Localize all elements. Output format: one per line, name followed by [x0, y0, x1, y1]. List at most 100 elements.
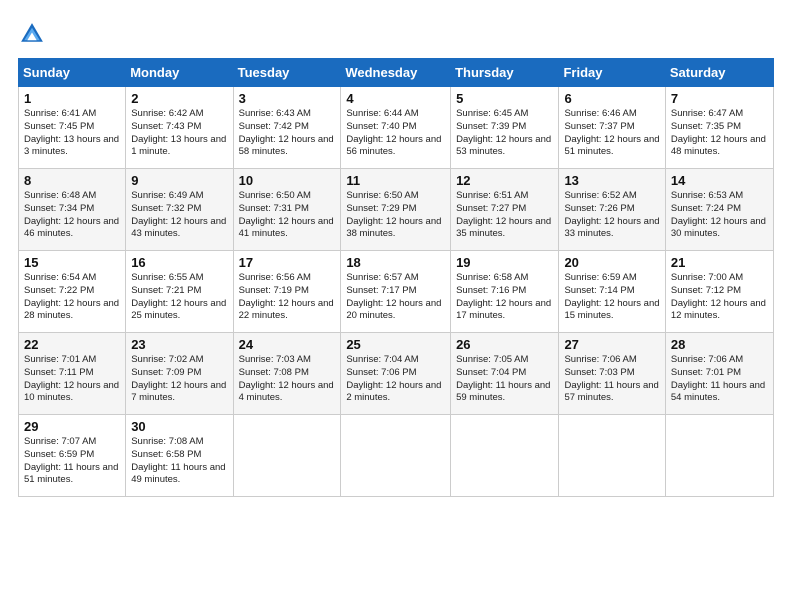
- calendar-cell: 18 Sunrise: 6:57 AMSunset: 7:17 PMDaylig…: [341, 251, 451, 333]
- calendar-cell: [559, 415, 665, 497]
- day-detail: Sunrise: 7:08 AMSunset: 6:58 PMDaylight:…: [131, 436, 225, 485]
- calendar-header-row: SundayMondayTuesdayWednesdayThursdayFrid…: [19, 59, 774, 87]
- day-detail: Sunrise: 7:06 AMSunset: 7:01 PMDaylight:…: [671, 354, 765, 403]
- calendar-cell: 29 Sunrise: 7:07 AMSunset: 6:59 PMDaylig…: [19, 415, 126, 497]
- calendar-cell: 11 Sunrise: 6:50 AMSunset: 7:29 PMDaylig…: [341, 169, 451, 251]
- day-number: 2: [131, 91, 227, 106]
- calendar-cell: 15 Sunrise: 6:54 AMSunset: 7:22 PMDaylig…: [19, 251, 126, 333]
- calendar-week-row: 1 Sunrise: 6:41 AMSunset: 7:45 PMDayligh…: [19, 87, 774, 169]
- day-number: 12: [456, 173, 553, 188]
- day-number: 26: [456, 337, 553, 352]
- day-number: 23: [131, 337, 227, 352]
- day-detail: Sunrise: 6:45 AMSunset: 7:39 PMDaylight:…: [456, 108, 551, 157]
- calendar-cell: 20 Sunrise: 6:59 AMSunset: 7:14 PMDaylig…: [559, 251, 665, 333]
- day-number: 21: [671, 255, 768, 270]
- calendar-week-row: 8 Sunrise: 6:48 AMSunset: 7:34 PMDayligh…: [19, 169, 774, 251]
- logo-icon: [18, 20, 46, 48]
- calendar-cell: 23 Sunrise: 7:02 AMSunset: 7:09 PMDaylig…: [126, 333, 233, 415]
- day-detail: Sunrise: 6:48 AMSunset: 7:34 PMDaylight:…: [24, 190, 119, 239]
- calendar-cell: 24 Sunrise: 7:03 AMSunset: 7:08 PMDaylig…: [233, 333, 341, 415]
- day-number: 15: [24, 255, 120, 270]
- day-detail: Sunrise: 6:56 AMSunset: 7:19 PMDaylight:…: [239, 272, 334, 321]
- weekday-header: Tuesday: [233, 59, 341, 87]
- day-number: 5: [456, 91, 553, 106]
- page-header: [18, 18, 774, 48]
- calendar-cell: 28 Sunrise: 7:06 AMSunset: 7:01 PMDaylig…: [665, 333, 773, 415]
- day-number: 9: [131, 173, 227, 188]
- day-detail: Sunrise: 7:01 AMSunset: 7:11 PMDaylight:…: [24, 354, 119, 403]
- day-detail: Sunrise: 7:06 AMSunset: 7:03 PMDaylight:…: [564, 354, 658, 403]
- calendar-cell: 26 Sunrise: 7:05 AMSunset: 7:04 PMDaylig…: [451, 333, 559, 415]
- day-detail: Sunrise: 6:46 AMSunset: 7:37 PMDaylight:…: [564, 108, 659, 157]
- day-number: 14: [671, 173, 768, 188]
- calendar-cell: 2 Sunrise: 6:42 AMSunset: 7:43 PMDayligh…: [126, 87, 233, 169]
- day-detail: Sunrise: 6:54 AMSunset: 7:22 PMDaylight:…: [24, 272, 119, 321]
- calendar-cell: 30 Sunrise: 7:08 AMSunset: 6:58 PMDaylig…: [126, 415, 233, 497]
- calendar-cell: [341, 415, 451, 497]
- calendar-cell: 19 Sunrise: 6:58 AMSunset: 7:16 PMDaylig…: [451, 251, 559, 333]
- day-number: 29: [24, 419, 120, 434]
- calendar-cell: 9 Sunrise: 6:49 AMSunset: 7:32 PMDayligh…: [126, 169, 233, 251]
- day-detail: Sunrise: 7:05 AMSunset: 7:04 PMDaylight:…: [456, 354, 550, 403]
- day-number: 18: [346, 255, 445, 270]
- calendar-cell: 3 Sunrise: 6:43 AMSunset: 7:42 PMDayligh…: [233, 87, 341, 169]
- day-detail: Sunrise: 6:50 AMSunset: 7:29 PMDaylight:…: [346, 190, 441, 239]
- calendar-cell: [233, 415, 341, 497]
- day-number: 19: [456, 255, 553, 270]
- day-number: 11: [346, 173, 445, 188]
- day-detail: Sunrise: 6:51 AMSunset: 7:27 PMDaylight:…: [456, 190, 551, 239]
- calendar-cell: [665, 415, 773, 497]
- day-detail: Sunrise: 6:44 AMSunset: 7:40 PMDaylight:…: [346, 108, 441, 157]
- weekday-header: Saturday: [665, 59, 773, 87]
- day-number: 3: [239, 91, 336, 106]
- day-number: 16: [131, 255, 227, 270]
- logo: [18, 18, 50, 48]
- calendar-week-row: 22 Sunrise: 7:01 AMSunset: 7:11 PMDaylig…: [19, 333, 774, 415]
- day-detail: Sunrise: 6:49 AMSunset: 7:32 PMDaylight:…: [131, 190, 226, 239]
- calendar-cell: 6 Sunrise: 6:46 AMSunset: 7:37 PMDayligh…: [559, 87, 665, 169]
- day-number: 4: [346, 91, 445, 106]
- day-detail: Sunrise: 6:57 AMSunset: 7:17 PMDaylight:…: [346, 272, 441, 321]
- weekday-header: Friday: [559, 59, 665, 87]
- day-detail: Sunrise: 6:59 AMSunset: 7:14 PMDaylight:…: [564, 272, 659, 321]
- calendar-cell: 21 Sunrise: 7:00 AMSunset: 7:12 PMDaylig…: [665, 251, 773, 333]
- calendar-cell: 5 Sunrise: 6:45 AMSunset: 7:39 PMDayligh…: [451, 87, 559, 169]
- calendar-week-row: 15 Sunrise: 6:54 AMSunset: 7:22 PMDaylig…: [19, 251, 774, 333]
- day-number: 7: [671, 91, 768, 106]
- day-detail: Sunrise: 7:00 AMSunset: 7:12 PMDaylight:…: [671, 272, 766, 321]
- day-detail: Sunrise: 7:03 AMSunset: 7:08 PMDaylight:…: [239, 354, 334, 403]
- day-number: 13: [564, 173, 659, 188]
- weekday-header: Sunday: [19, 59, 126, 87]
- day-number: 17: [239, 255, 336, 270]
- day-number: 22: [24, 337, 120, 352]
- day-number: 20: [564, 255, 659, 270]
- day-detail: Sunrise: 6:43 AMSunset: 7:42 PMDaylight:…: [239, 108, 334, 157]
- weekday-header: Thursday: [451, 59, 559, 87]
- calendar-table: SundayMondayTuesdayWednesdayThursdayFrid…: [18, 58, 774, 497]
- day-number: 28: [671, 337, 768, 352]
- calendar-cell: 1 Sunrise: 6:41 AMSunset: 7:45 PMDayligh…: [19, 87, 126, 169]
- calendar-cell: 4 Sunrise: 6:44 AMSunset: 7:40 PMDayligh…: [341, 87, 451, 169]
- day-detail: Sunrise: 6:58 AMSunset: 7:16 PMDaylight:…: [456, 272, 551, 321]
- day-detail: Sunrise: 6:42 AMSunset: 7:43 PMDaylight:…: [131, 108, 226, 157]
- calendar-cell: 16 Sunrise: 6:55 AMSunset: 7:21 PMDaylig…: [126, 251, 233, 333]
- calendar-cell: 7 Sunrise: 6:47 AMSunset: 7:35 PMDayligh…: [665, 87, 773, 169]
- day-number: 1: [24, 91, 120, 106]
- calendar-cell: 22 Sunrise: 7:01 AMSunset: 7:11 PMDaylig…: [19, 333, 126, 415]
- day-detail: Sunrise: 7:07 AMSunset: 6:59 PMDaylight:…: [24, 436, 118, 485]
- calendar-week-row: 29 Sunrise: 7:07 AMSunset: 6:59 PMDaylig…: [19, 415, 774, 497]
- day-detail: Sunrise: 7:04 AMSunset: 7:06 PMDaylight:…: [346, 354, 441, 403]
- calendar-cell: 12 Sunrise: 6:51 AMSunset: 7:27 PMDaylig…: [451, 169, 559, 251]
- day-number: 27: [564, 337, 659, 352]
- day-number: 6: [564, 91, 659, 106]
- calendar-cell: 25 Sunrise: 7:04 AMSunset: 7:06 PMDaylig…: [341, 333, 451, 415]
- calendar-cell: 27 Sunrise: 7:06 AMSunset: 7:03 PMDaylig…: [559, 333, 665, 415]
- calendar-cell: 17 Sunrise: 6:56 AMSunset: 7:19 PMDaylig…: [233, 251, 341, 333]
- day-detail: Sunrise: 6:55 AMSunset: 7:21 PMDaylight:…: [131, 272, 226, 321]
- day-number: 10: [239, 173, 336, 188]
- day-detail: Sunrise: 6:50 AMSunset: 7:31 PMDaylight:…: [239, 190, 334, 239]
- day-detail: Sunrise: 6:52 AMSunset: 7:26 PMDaylight:…: [564, 190, 659, 239]
- calendar-page: SundayMondayTuesdayWednesdayThursdayFrid…: [0, 0, 792, 612]
- day-number: 8: [24, 173, 120, 188]
- calendar-cell: 14 Sunrise: 6:53 AMSunset: 7:24 PMDaylig…: [665, 169, 773, 251]
